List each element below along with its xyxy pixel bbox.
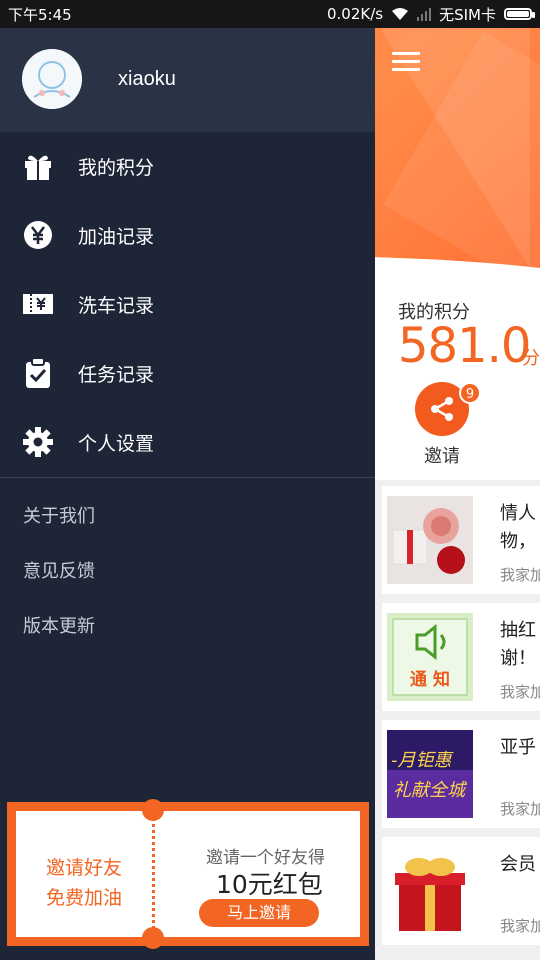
- drawer-item-carwash-records[interactable]: 洗车记录: [0, 270, 375, 339]
- drawer-item-label: 洗车记录: [78, 295, 155, 317]
- username: xiaoku: [118, 68, 176, 90]
- battery-icon: [504, 8, 535, 20]
- status-right: 0.02K/s 无SIM卡: [327, 4, 535, 25]
- points-unit: 分: [522, 348, 540, 369]
- gift-icon: [25, 155, 51, 180]
- invite-now-button[interactable]: 马上邀请: [199, 899, 319, 927]
- drawer-divider: [0, 477, 375, 478]
- invite-banner-card: 邀请好友 免费加油 邀请一个好友得 10元红包 马上邀请: [16, 799, 360, 949]
- drawer-header: xiaoku: [0, 28, 375, 132]
- gear-icon: [23, 427, 53, 457]
- feed-title: 会员: [500, 854, 536, 875]
- gift-box-thumbnail: [387, 847, 473, 935]
- drawer-item-settings[interactable]: 个人设置: [0, 408, 375, 477]
- banner-notch-bottom: [142, 927, 164, 949]
- svg-text:-月钜惠: -月钜惠: [391, 750, 454, 771]
- wifi-icon: [392, 8, 409, 20]
- list-item[interactable]: 情人 物， 我家加: [382, 486, 540, 594]
- points-value: 581.0: [398, 318, 531, 374]
- svg-text:通 知: 通 知: [410, 669, 450, 690]
- drawer-item-label: 加油记录: [78, 226, 155, 248]
- share-icon: [431, 397, 453, 421]
- notice-thumbnail: 通 知: [387, 613, 473, 701]
- feed-source: 我家加: [500, 683, 540, 701]
- drawer-item-label: 个人设置: [78, 433, 155, 455]
- banner-right-line2: 10元红包: [216, 870, 323, 899]
- clipboard-check-icon: [26, 357, 50, 388]
- avatar[interactable]: [22, 49, 82, 109]
- svg-text:礼献全城: 礼献全城: [393, 780, 468, 801]
- hamburger-menu-icon[interactable]: [392, 52, 420, 72]
- banner-notch-top: [142, 799, 164, 821]
- feed-title: 亚乎: [500, 737, 536, 758]
- feed-title: 情人 物，: [500, 503, 536, 552]
- about-us-link[interactable]: 关于我们: [23, 502, 95, 528]
- invite-count-badge: 9: [459, 382, 481, 404]
- banner-left-line1: 邀请好友: [46, 857, 123, 879]
- feed-source: 我家加: [500, 917, 540, 935]
- yuan-icon: [24, 221, 52, 249]
- list-item[interactable]: 通 知 抽红 谢！ 我家加: [382, 603, 540, 711]
- list-item[interactable]: 会员 我家加: [382, 837, 540, 945]
- drawer-item-task-records[interactable]: 任务记录: [0, 339, 375, 408]
- drawer-item-label: 我的积分: [78, 157, 155, 179]
- version-update-link[interactable]: 版本更新: [23, 612, 95, 638]
- invite-banner[interactable]: 邀请好友 免费加油 邀请一个好友得 10元红包 马上邀请: [7, 799, 369, 949]
- status-bar: 下午5:45 0.02K/s 无SIM卡: [0, 0, 540, 28]
- feed-source: 我家加: [500, 566, 540, 584]
- gift-rose-thumbnail: [387, 496, 473, 584]
- status-time: 下午5:45: [8, 5, 72, 24]
- drawer-item-fuel-records[interactable]: 加油记录: [0, 201, 375, 270]
- banner-separator: [152, 811, 155, 937]
- feed-title: 抽红 谢！: [500, 620, 536, 669]
- invite-label: 邀请: [424, 446, 460, 467]
- sim-status: 无SIM卡: [439, 5, 496, 24]
- network-speed: 0.02K/s: [327, 5, 384, 23]
- ticket-icon: [23, 294, 53, 314]
- navigation-drawer: xiaoku 我的积分 加油记录 洗车记录 任务记录 个人设置 关于我们 意见反…: [0, 28, 375, 960]
- signal-icon: [417, 8, 432, 21]
- feedback-link[interactable]: 意见反馈: [23, 557, 95, 583]
- feed-source: 我家加: [500, 800, 540, 818]
- drawer-item-label: 任务记录: [78, 364, 155, 386]
- avatar-image: [22, 49, 82, 109]
- list-item[interactable]: -月钜惠 礼献全城 亚乎 我家加: [382, 720, 540, 828]
- drawer-item-points[interactable]: 我的积分: [0, 132, 375, 201]
- promo-thumbnail: -月钜惠 礼献全城: [387, 730, 473, 818]
- banner-left-line2: 免费加油: [46, 887, 123, 909]
